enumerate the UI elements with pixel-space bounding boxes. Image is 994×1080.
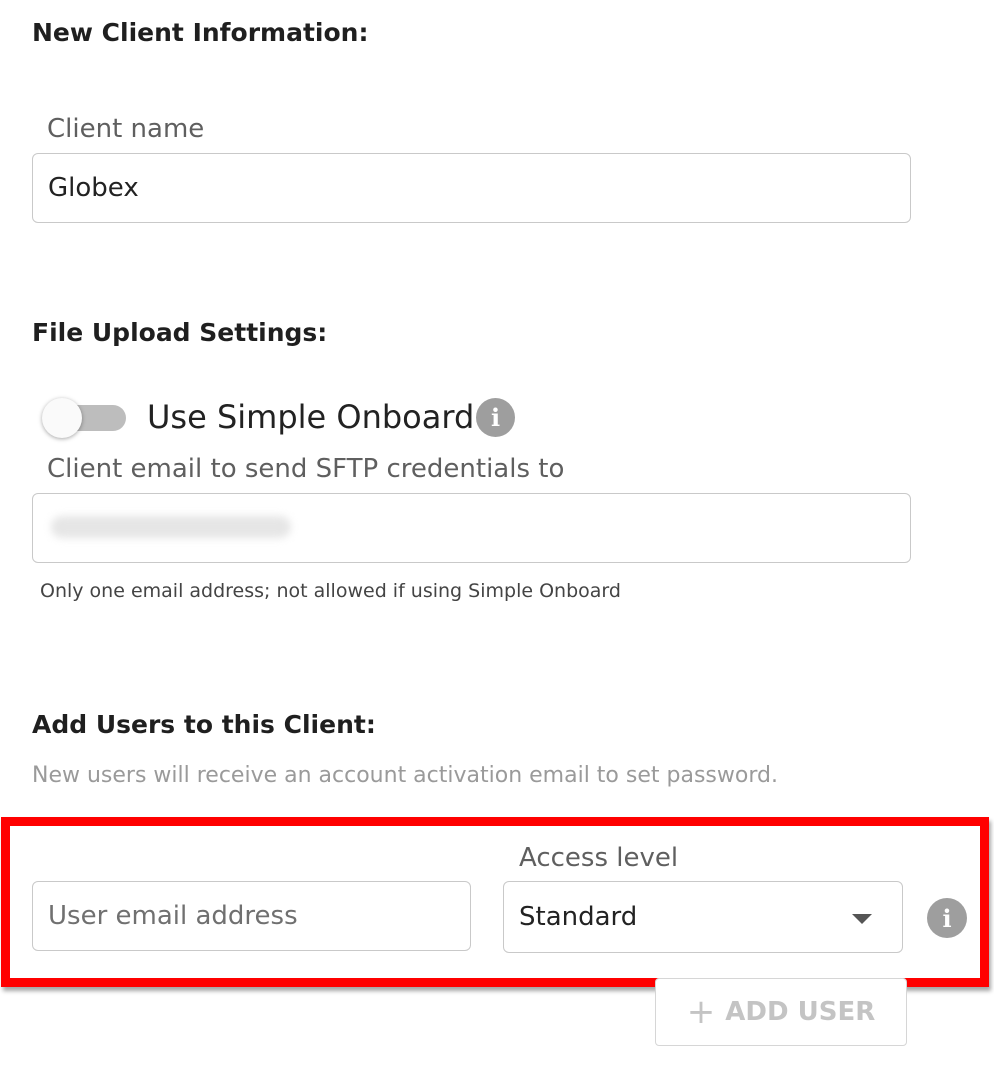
access-level-label: Access level bbox=[519, 843, 679, 873]
client-name-value: Globex bbox=[48, 173, 139, 203]
client-info-heading: New Client Information: bbox=[32, 18, 369, 47]
client-name-label: Client name bbox=[47, 114, 205, 144]
add-users-hint: New users will receive an account activa… bbox=[32, 763, 778, 788]
file-upload-heading: File Upload Settings: bbox=[32, 318, 328, 347]
access-level-info-icon[interactable]: i bbox=[927, 898, 967, 938]
simple-onboard-toggle[interactable] bbox=[42, 397, 128, 439]
user-email-input[interactable]: User email address bbox=[32, 881, 471, 951]
chevron-down-icon bbox=[852, 914, 872, 924]
access-level-value: Standard bbox=[519, 902, 638, 932]
sftp-email-label: Client email to send SFTP credentials to bbox=[47, 454, 565, 484]
user-email-placeholder: User email address bbox=[48, 901, 298, 931]
info-icon[interactable]: i bbox=[476, 398, 515, 437]
simple-onboard-label: Use Simple Onboard bbox=[147, 398, 475, 436]
add-user-label: ADD USER bbox=[725, 997, 876, 1027]
access-level-select[interactable]: Standard bbox=[503, 881, 903, 953]
sftp-email-field[interactable] bbox=[32, 493, 911, 563]
sftp-email-helper: Only one email address; not allowed if u… bbox=[40, 580, 621, 602]
add-user-button[interactable]: + ADD USER bbox=[655, 978, 907, 1046]
plus-icon: + bbox=[686, 992, 716, 1032]
add-users-heading: Add Users to this Client: bbox=[32, 710, 376, 739]
toggle-knob bbox=[42, 398, 82, 438]
blurred-email-value bbox=[51, 516, 291, 538]
client-name-field[interactable]: Globex bbox=[32, 153, 911, 223]
